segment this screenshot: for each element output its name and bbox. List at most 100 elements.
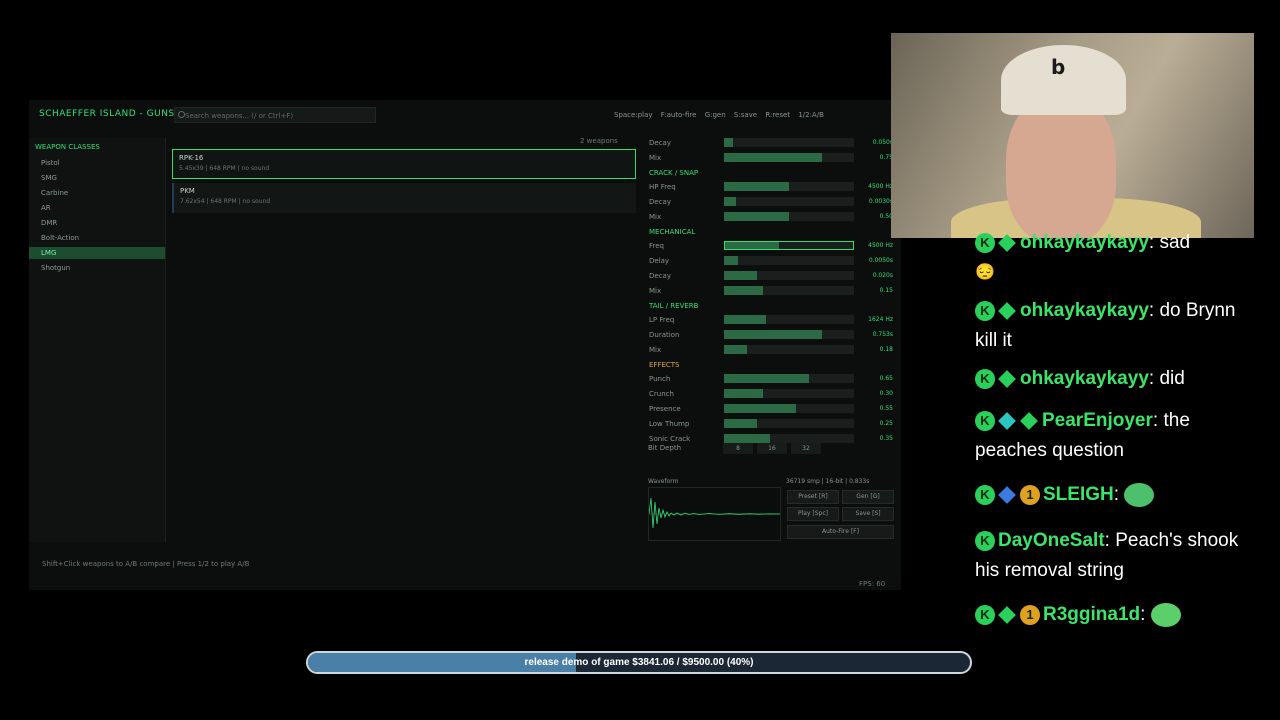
top-bar: SCHAEFFER ISLAND - GUNS Search weapons..… (29, 100, 901, 128)
param-slider-fill (724, 434, 770, 443)
param-value: 0.18 (879, 346, 893, 353)
waveform-info: 36719 smp | 16-bit | 0.833s (786, 478, 870, 485)
sidebar-item-dmr[interactable]: DMR (29, 217, 165, 229)
param-label: Decay (649, 272, 671, 280)
weapon-name: RPK-16 (179, 154, 204, 162)
chat-message: Kohkaykaykayy: sad (975, 228, 1255, 258)
sub-badge-icon (998, 302, 1016, 320)
sidebar-heading: WEAPON CLASSES (35, 143, 100, 151)
sidebar-item-carbine[interactable]: Carbine (29, 187, 165, 199)
param-slider[interactable] (724, 286, 854, 295)
pensive-emoji-icon: 😔 (975, 264, 995, 281)
kick-badge-icon: K (975, 410, 995, 431)
param-slider[interactable] (724, 212, 854, 221)
gen-button[interactable]: Gen [G] (842, 490, 894, 504)
sidebar-item-ar[interactable]: AR (29, 202, 165, 214)
param-value: 0.15 (879, 287, 893, 294)
weapon-count: 2 weapons (580, 137, 618, 145)
param-label: Punch (649, 375, 671, 383)
param-slider[interactable] (724, 404, 854, 413)
shortcut-ab: 1/2:A/B (798, 111, 824, 119)
param-slider[interactable] (724, 138, 854, 147)
param-slider[interactable] (724, 271, 854, 280)
param-slider[interactable] (724, 182, 854, 191)
param-label: Mix (649, 287, 662, 295)
save-button[interactable]: Save [S] (842, 507, 894, 521)
tier-badge-icon: 1 (1020, 484, 1040, 505)
param-value: 0.55 (879, 405, 893, 412)
sidebar-item-lmg[interactable]: LMG (29, 247, 165, 259)
param-label: Low Thump (649, 420, 690, 428)
param-label: Decay (649, 139, 671, 147)
param-slider-fill (724, 271, 757, 280)
param-slider-fill (724, 138, 734, 147)
param-value: 4500 Hz (868, 183, 893, 190)
bit-depth-label: Bit Depth (648, 444, 682, 452)
sidebar-item-pistol[interactable]: Pistol (29, 157, 165, 169)
param-label: LP Freq (649, 316, 675, 324)
param-label: Presence (649, 405, 681, 413)
param-slider-fill (724, 197, 736, 206)
chat-message: K 1 R3ggina1d: (975, 600, 1255, 630)
search-icon (178, 111, 185, 118)
param-label: Sonic Crack (649, 435, 691, 443)
weapon-meta: 7.62x54 | 648 RPM | no sound (180, 198, 271, 205)
param-label: Mix (649, 213, 662, 221)
chat-username: R3ggina1d (1043, 604, 1141, 625)
donation-goal-text: release demo of game $3841.06 / $9500.00… (524, 657, 754, 668)
weapon-sound-app: SCHAEFFER ISLAND - GUNS Search weapons..… (29, 100, 901, 590)
search-input[interactable]: Search weapons... (/ or Ctrl+F) (174, 107, 376, 123)
param-value: 1624 Hz (868, 316, 893, 323)
bit-depth-8-button[interactable]: 8 (723, 443, 753, 454)
play-button[interactable]: Play [Spc] (787, 507, 839, 521)
param-slider[interactable] (724, 197, 854, 206)
chat-message: K 1 SLEIGH: (975, 480, 1255, 510)
auto-fire-button[interactable]: Auto-Fire [F] (787, 525, 894, 539)
weapon-class-sidebar: WEAPON CLASSES Pistol SMG Carbine AR DMR… (29, 138, 166, 542)
param-slider[interactable] (724, 434, 854, 443)
chat-username: SLEIGH (1043, 484, 1114, 505)
param-value: 0.30 (879, 390, 893, 397)
sub-badge-icon (998, 606, 1016, 624)
param-slider[interactable] (724, 153, 854, 162)
param-value: 0.020s (872, 272, 893, 279)
param-slider[interactable] (724, 256, 854, 265)
param-slider-fill (724, 330, 822, 339)
sidebar-item-bolt-action[interactable]: Bolt-Action (29, 232, 165, 244)
param-slider-fill (724, 315, 766, 324)
param-slider[interactable] (724, 419, 854, 428)
param-slider[interactable] (724, 315, 854, 324)
sword-badge-icon (998, 486, 1016, 504)
sub-badge-icon (998, 234, 1016, 252)
param-value: 0.050s (872, 139, 893, 146)
sidebar-item-shotgun[interactable]: Shotgun (29, 262, 165, 274)
section-heading: TAIL / REVERB (649, 302, 699, 310)
param-slider[interactable] (724, 374, 854, 383)
param-label: Mix (649, 154, 662, 162)
cap-logo-icon: b (1051, 55, 1066, 79)
chat-username: DayOneSalt (998, 530, 1105, 551)
sub-badge-icon (998, 370, 1016, 388)
bit-depth-32-button[interactable]: 32 (791, 443, 821, 454)
param-value: 4500 Hz (868, 242, 893, 249)
param-slider[interactable] (724, 330, 854, 339)
kick-badge-icon: K (975, 368, 995, 389)
fps-counter: FPS: 60 (859, 580, 886, 588)
param-slider[interactable] (724, 345, 854, 354)
kick-badge-icon: K (975, 484, 995, 505)
sidebar-item-smg[interactable]: SMG (29, 172, 165, 184)
weapon-row-pkm[interactable]: PKM 7.62x54 | 648 RPM | no sound (172, 183, 636, 213)
param-slider-fill (724, 153, 822, 162)
param-label: Mix (649, 346, 662, 354)
chat-message: Kohkaykaykayy: did (975, 364, 1255, 394)
param-slider[interactable] (724, 389, 854, 398)
chat-message: K PearEnjoyer: the peaches question (975, 410, 1190, 461)
bit-depth-16-button[interactable]: 16 (757, 443, 787, 454)
param-slider[interactable] (724, 241, 854, 250)
param-value: 0.65 (879, 375, 893, 382)
preset-button[interactable]: Preset [R] (787, 490, 839, 504)
waveform-graph (648, 497, 781, 529)
weapon-row-rpk16[interactable]: RPK-16 5.45x39 | 648 RPM | no sound (172, 149, 636, 179)
shortcut-reset: R:reset (765, 111, 791, 119)
param-slider-fill (724, 256, 739, 265)
